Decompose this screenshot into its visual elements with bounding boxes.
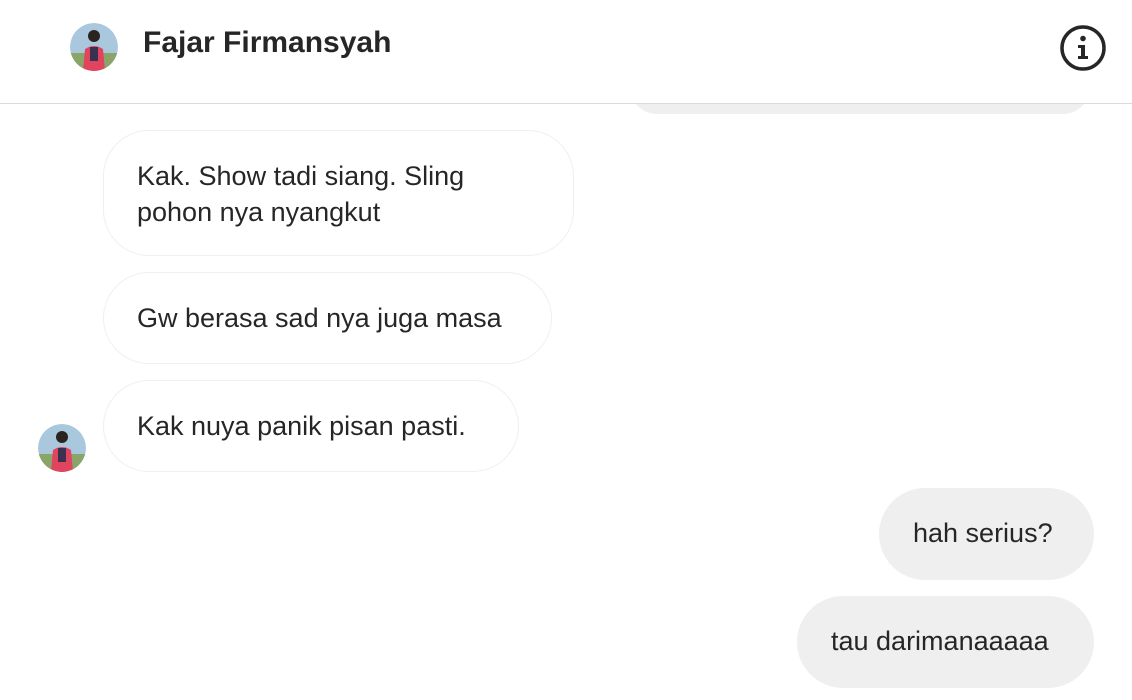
chat-header: Fajar Firmansyah: [0, 0, 1132, 104]
message-text: hah serius?: [913, 518, 1053, 548]
info-button[interactable]: [1058, 23, 1108, 73]
contact-name[interactable]: Fajar Firmansyah: [143, 26, 391, 60]
message-text: Gw berasa sad nya juga masa: [137, 303, 502, 333]
message-text: tau darimanaaaaa: [831, 626, 1049, 656]
message-bubble-incoming[interactable]: Kak. Show tadi siang. Sling pohon nya ny…: [103, 130, 574, 256]
message-text: Kak. Show tadi siang. Sling pohon nya ny…: [137, 161, 465, 227]
sender-avatar[interactable]: [38, 424, 86, 472]
message-text: Kak nuya panik pisan pasti.: [137, 411, 466, 441]
contact-avatar[interactable]: [70, 23, 118, 71]
user-avatar-icon: [38, 424, 86, 472]
message-bubble-outgoing[interactable]: tau darimanaaaaa: [797, 596, 1094, 688]
message-bubble-incoming[interactable]: Gw berasa sad nya juga masa: [103, 272, 552, 364]
info-icon: [1060, 25, 1106, 71]
user-avatar-icon: [70, 23, 118, 71]
message-bubble-outgoing[interactable]: hah serius?: [879, 488, 1094, 580]
message-bubble-incoming[interactable]: Kak nuya panik pisan pasti.: [103, 380, 519, 472]
